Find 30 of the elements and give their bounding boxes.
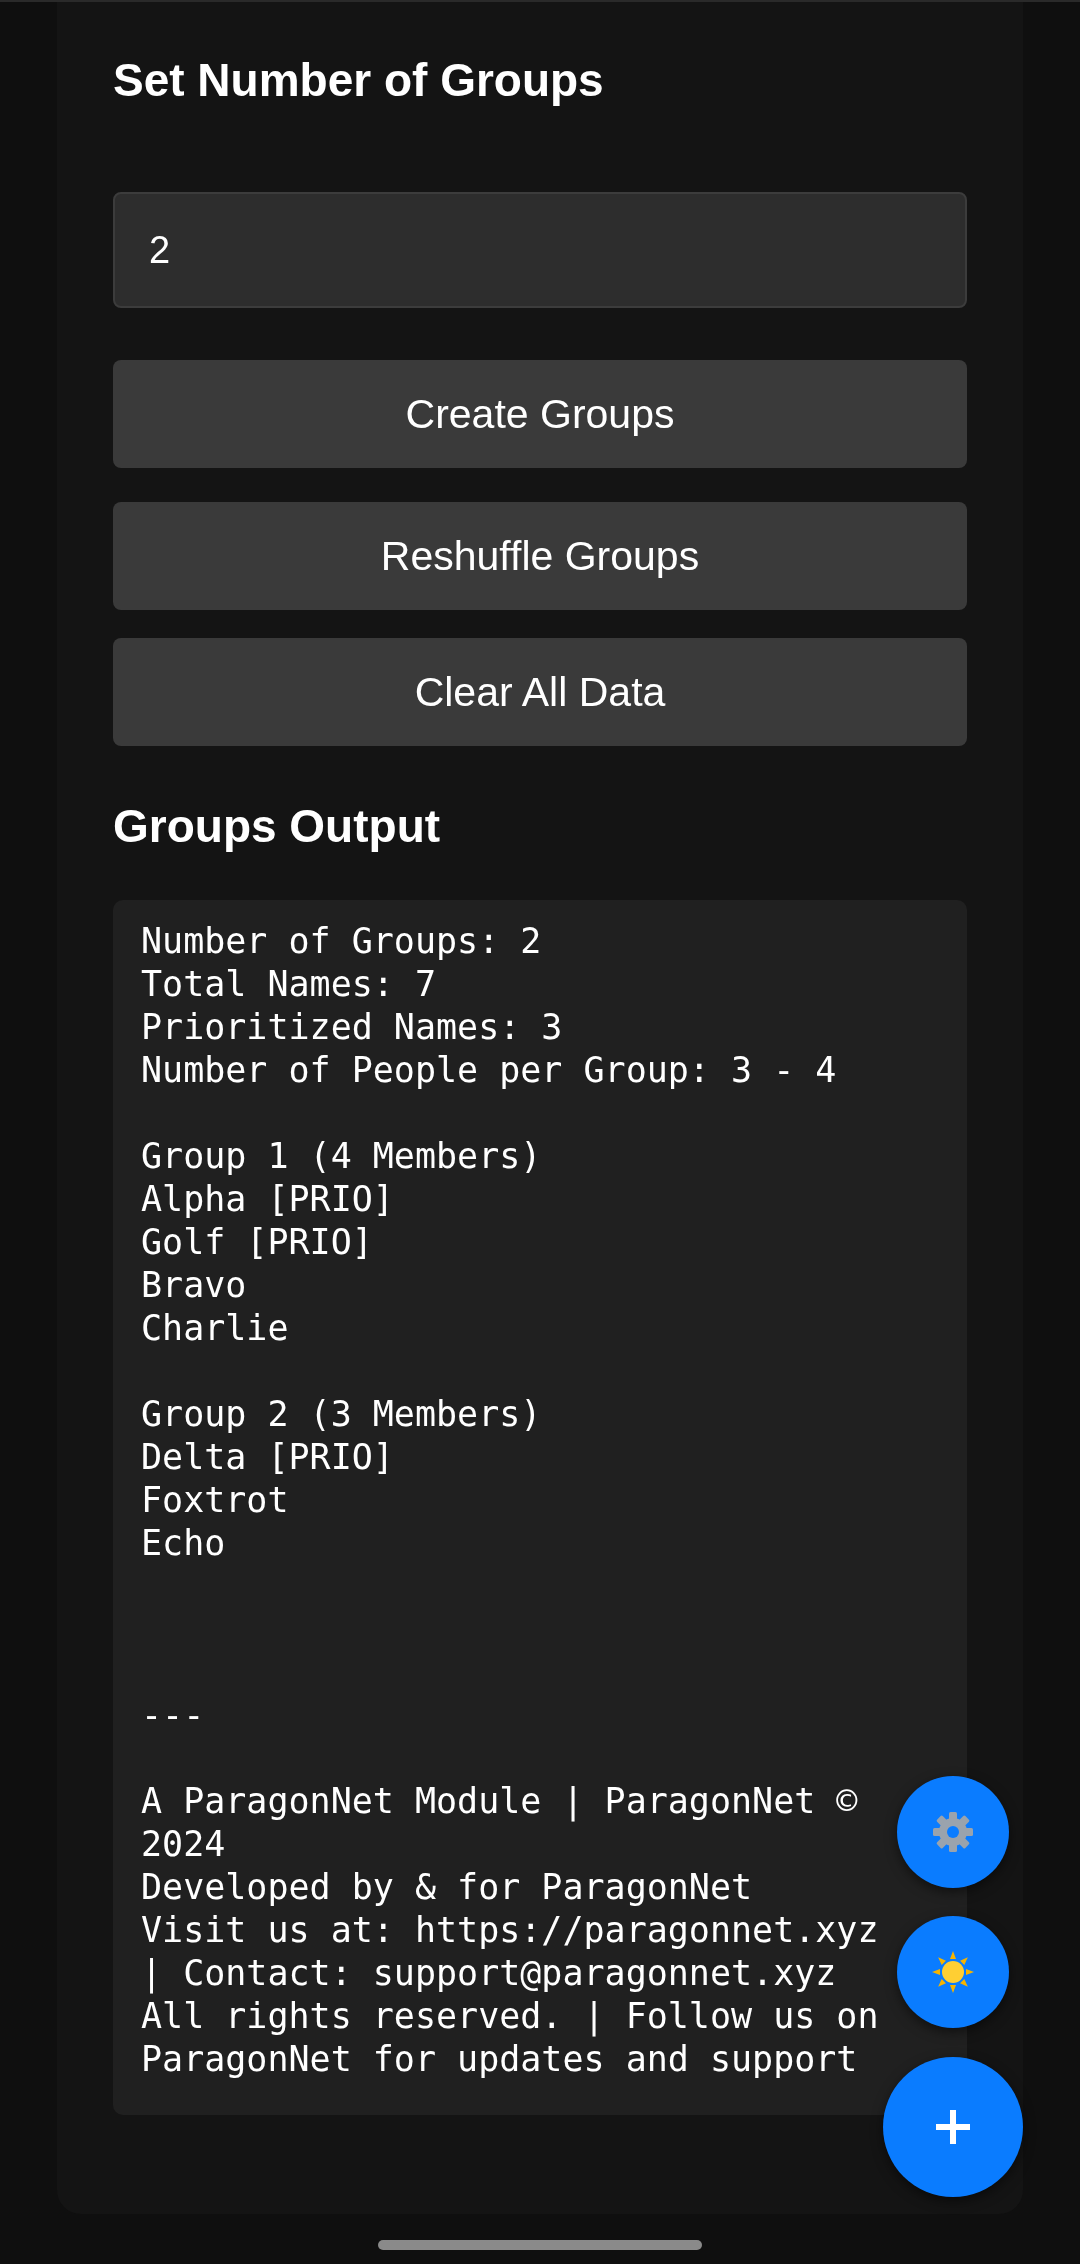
- output-line: All rights reserved. | Follow us on: [141, 1995, 880, 2038]
- output-line: Number of Groups: 2: [141, 920, 543, 963]
- output-line: Bravo: [141, 1264, 248, 1307]
- output-line: 2024: [141, 1823, 227, 1866]
- output-line: A ParagonNet Module | ParagonNet ©: [141, 1780, 859, 1823]
- output-line: ParagonNet for updates and support: [141, 2038, 859, 2081]
- output-line: Visit us at: https://paragonnet.xyz: [141, 1909, 880, 1952]
- sun-icon: [931, 1950, 975, 1994]
- output-line: Echo: [141, 1522, 227, 1565]
- output-line: Group 1 (4 Members): [141, 1135, 543, 1178]
- output-line: Golf [PRIO]: [141, 1221, 374, 1264]
- separator-text: ---: [141, 1694, 206, 1737]
- output-line: Charlie: [141, 1307, 290, 1350]
- output-line: Delta [PRIO]: [141, 1436, 395, 1479]
- action-button[interactable]: Clear All Data: [113, 638, 967, 746]
- output-line: Group 2 (3 Members): [141, 1393, 543, 1436]
- group-count-field[interactable]: 2: [113, 192, 967, 308]
- output-line: Developed by & for ParagonNet: [141, 1866, 754, 1909]
- action-button[interactable]: Reshuffle Groups: [113, 502, 967, 610]
- action-button[interactable]: Create Groups: [113, 360, 967, 468]
- output-line: Prioritized Names: 3: [141, 1006, 564, 1049]
- output-line: Total Names: 7: [141, 963, 437, 1006]
- section-title: Groups Output: [113, 799, 442, 854]
- section-title: Set Number of Groups: [113, 53, 605, 108]
- plus-icon: [933, 2107, 973, 2147]
- output-line: | Contact: support@paragonnet.xyz: [141, 1952, 838, 1995]
- gear-icon: [932, 1811, 974, 1853]
- output-line: Alpha [PRIO]: [141, 1178, 395, 1221]
- output-line: Foxtrot: [141, 1479, 290, 1522]
- output-line: Number of People per Group: 3 - 4: [141, 1049, 838, 1092]
